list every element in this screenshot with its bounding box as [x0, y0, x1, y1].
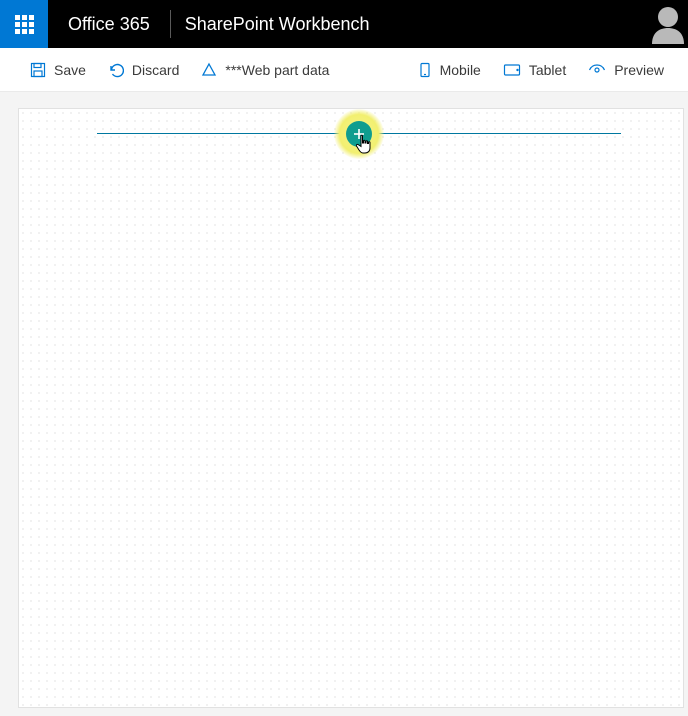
triangle-icon	[201, 62, 217, 78]
user-avatar[interactable]	[648, 0, 688, 48]
waffle-icon	[15, 15, 34, 34]
add-webpart-button[interactable]	[334, 109, 384, 159]
canvas[interactable]	[18, 108, 684, 708]
tablet-button[interactable]: Tablet	[503, 62, 566, 78]
suite-header: Office 365 SharePoint Workbench	[0, 0, 688, 48]
save-label: Save	[54, 62, 86, 78]
command-bar: Save Discard ***Web part data Mobile	[0, 48, 688, 92]
discard-label: Discard	[132, 62, 179, 78]
mobile-button[interactable]: Mobile	[418, 62, 481, 78]
mobile-icon	[418, 62, 432, 78]
mobile-label: Mobile	[440, 62, 481, 78]
app-launcher-button[interactable]	[0, 0, 48, 48]
eye-icon	[588, 62, 606, 78]
tablet-icon	[503, 62, 521, 78]
page-title: SharePoint Workbench	[171, 14, 384, 35]
discard-button[interactable]: Discard	[108, 62, 179, 78]
plus-icon	[346, 121, 372, 147]
save-icon	[30, 62, 46, 78]
tablet-label: Tablet	[529, 62, 566, 78]
save-button[interactable]: Save	[30, 62, 86, 78]
insert-zone-line[interactable]	[97, 133, 621, 134]
undo-icon	[108, 62, 124, 78]
workspace	[0, 92, 688, 716]
webpartdata-label: ***Web part data	[225, 62, 329, 78]
preview-button[interactable]: Preview	[588, 62, 664, 78]
suite-name[interactable]: Office 365	[48, 14, 170, 35]
preview-label: Preview	[614, 62, 664, 78]
person-icon	[650, 4, 686, 44]
webpartdata-button[interactable]: ***Web part data	[201, 62, 329, 78]
